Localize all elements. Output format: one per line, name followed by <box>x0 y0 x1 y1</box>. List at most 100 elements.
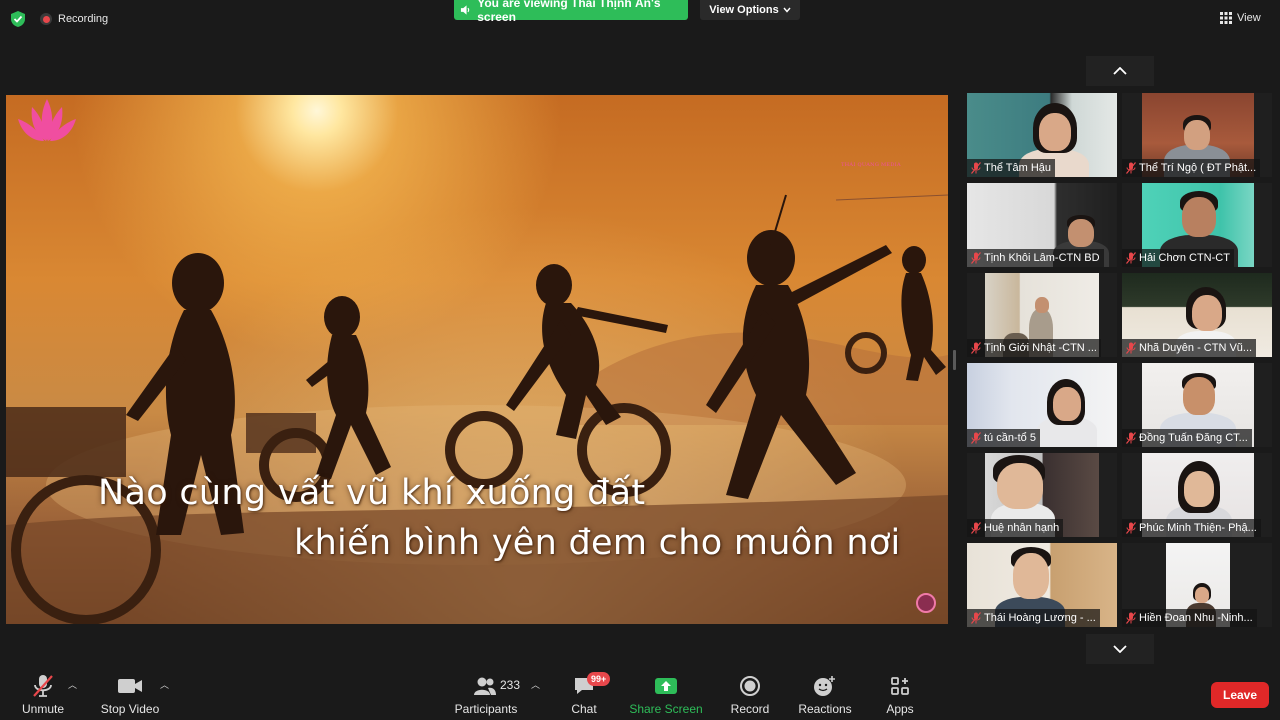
participants-count: 233 <box>500 678 521 692</box>
record-icon <box>740 676 760 696</box>
recording-dot-icon <box>40 13 52 25</box>
participant-name: Nhã Duyên - CTN Vũ... <box>1139 342 1253 354</box>
participant-namebar: Thể Trí Ngộ ( ĐT Phật... <box>1122 159 1261 177</box>
recording-label: Recording <box>58 13 109 25</box>
recording-indicator[interactable]: Recording <box>40 11 108 27</box>
record-button[interactable]: Record <box>726 674 774 718</box>
chat-label: Chat <box>571 702 597 716</box>
stop-video-button[interactable]: Stop Video <box>100 674 160 718</box>
muted-microphone-icon <box>33 675 53 697</box>
share-screen-icon <box>655 678 677 694</box>
participant-name: Tịnh Khôi Lâm-CTN BD <box>984 252 1100 264</box>
participant-tile[interactable]: tú cần-tổ 5 <box>967 363 1117 447</box>
participant-namebar: Tịnh Khôi Lâm-CTN BD <box>967 249 1104 267</box>
gallery-prev-page-button[interactable] <box>1086 56 1154 86</box>
participant-name: Tịnh Giới Nhật -CTN ... <box>984 342 1097 354</box>
participants-options-caret-icon[interactable]: ︿ <box>531 678 540 691</box>
grid-icon <box>1220 12 1232 24</box>
view-options-label: View Options <box>709 4 779 16</box>
smiley-add-icon <box>814 676 835 696</box>
participant-namebar: Hải Chơn CTN-CT <box>1122 249 1234 267</box>
participant-tile[interactable]: Tịnh Giới Nhật -CTN ... <box>967 273 1117 357</box>
chevron-up-icon <box>1113 67 1127 75</box>
muted-mic-icon <box>1126 342 1136 354</box>
viewing-screen-banner: You are viewing Thái Thịnh Ân's screen <box>454 0 688 24</box>
apps-label: Apps <box>886 702 914 716</box>
participant-name: Hải Chơn CTN-CT <box>1139 252 1230 264</box>
channel-badge-icon <box>916 593 936 613</box>
encryption-shield-icon[interactable] <box>10 10 26 28</box>
shared-screen[interactable]: THÁI QUANG MEDIA Nào cùng vất vũ khí xuố… <box>6 95 948 624</box>
muted-mic-icon <box>1126 252 1136 264</box>
lyric-line-2: khiến bình yên đem cho muôn nơi <box>294 523 901 563</box>
video-options-caret-icon[interactable]: ︿ <box>160 678 169 691</box>
participant-namebar: Huệ nhẫn hạnh <box>967 519 1064 537</box>
logo-text: THÁI QUANG MEDIA <box>841 162 901 168</box>
view-label: View <box>1237 12 1261 24</box>
viewing-banner-text: You are viewing Thái Thịnh Ân's screen <box>477 0 661 24</box>
muted-mic-icon <box>971 612 981 624</box>
participant-namebar: Nhã Duyên - CTN Vũ... <box>1122 339 1257 357</box>
participant-name: Đồng Tuấn Đăng CT... <box>1139 432 1248 444</box>
muted-mic-icon <box>1126 162 1136 174</box>
leave-button[interactable]: Leave <box>1211 682 1269 708</box>
muted-mic-icon <box>971 162 981 174</box>
meeting-toolbar: Unmute ︿ Stop Video ︿ Participants ︿ Cha… <box>0 664 1280 720</box>
participant-tile[interactable]: Huệ nhẫn hạnh <box>967 453 1117 537</box>
participant-name: Hiền Đoan Nhu -Ninh... <box>1139 612 1253 624</box>
participant-tile[interactable]: Phúc Minh Thiện- Phậ... <box>1122 453 1272 537</box>
stop-video-label: Stop Video <box>100 702 160 716</box>
apps-icon <box>891 677 909 695</box>
participant-namebar: tú cần-tổ 5 <box>967 429 1040 447</box>
participant-name: Phúc Minh Thiện- Phậ... <box>1139 522 1257 534</box>
participant-tile[interactable]: Thái Hoàng Lương - ... <box>967 543 1117 627</box>
video-camera-icon <box>118 679 142 693</box>
chevron-down-icon <box>1113 645 1127 653</box>
audio-options-caret-icon[interactable]: ︿ <box>68 678 77 691</box>
muted-mic-icon <box>1126 432 1136 444</box>
lotus-logo-icon <box>18 99 76 141</box>
participant-namebar: Hiền Đoan Nhu -Ninh... <box>1122 609 1257 627</box>
participant-tile[interactable]: Thể Tâm Hậu <box>967 93 1117 177</box>
muted-mic-icon <box>971 252 981 264</box>
reactions-label: Reactions <box>798 702 852 716</box>
share-screen-label: Share Screen <box>629 702 703 716</box>
participants-icon <box>474 677 496 695</box>
participant-namebar: Tịnh Giới Nhật -CTN ... <box>967 339 1101 357</box>
panel-resize-handle[interactable] <box>953 350 956 370</box>
unmute-button[interactable]: Unmute <box>20 674 66 718</box>
lyric-line-1: Nào cùng vất vũ khí xuống đất <box>98 473 646 513</box>
participant-namebar: Thể Tâm Hậu <box>967 159 1056 177</box>
apps-button[interactable]: Apps <box>880 674 920 718</box>
participant-tile[interactable]: Thể Trí Ngộ ( ĐT Phật... <box>1122 93 1272 177</box>
participant-tile[interactable]: Nhã Duyên - CTN Vũ... <box>1122 273 1272 357</box>
participant-namebar: Thái Hoàng Lương - ... <box>967 609 1100 627</box>
participant-tile[interactable]: Hải Chơn CTN-CT <box>1122 183 1272 267</box>
muted-mic-icon <box>971 342 981 354</box>
participant-name: Thể Tâm Hậu <box>984 162 1052 174</box>
chevron-down-icon <box>783 7 791 13</box>
participant-namebar: Đồng Tuấn Đăng CT... <box>1122 429 1252 447</box>
gallery-next-page-button[interactable] <box>1086 634 1154 664</box>
muted-mic-icon <box>1126 612 1136 624</box>
view-options-button[interactable]: View Options <box>700 0 800 20</box>
participant-tile[interactable]: Hiền Đoan Nhu -Ninh... <box>1122 543 1272 627</box>
zoom-meeting-window: Recording You are viewing Thái Thịnh Ân'… <box>0 0 1280 720</box>
participant-name: tú cần-tổ 5 <box>984 432 1036 444</box>
speaker-icon <box>460 5 470 15</box>
view-button[interactable]: View <box>1220 9 1261 27</box>
muted-mic-icon <box>971 432 981 444</box>
participant-name: Thái Hoàng Lương - ... <box>984 612 1096 624</box>
chat-unread-badge: 99+ <box>587 672 611 686</box>
muted-mic-icon <box>971 522 981 534</box>
participant-name: Huệ nhẫn hạnh <box>984 522 1060 534</box>
record-label: Record <box>730 702 770 716</box>
participant-namebar: Phúc Minh Thiện- Phậ... <box>1122 519 1261 537</box>
participant-tile[interactable]: Tịnh Khôi Lâm-CTN BD <box>967 183 1117 267</box>
muted-mic-icon <box>1126 522 1136 534</box>
participant-name: Thể Trí Ngộ ( ĐT Phật... <box>1139 162 1257 174</box>
share-screen-button[interactable]: Share Screen <box>629 674 703 718</box>
reactions-button[interactable]: Reactions <box>796 674 854 718</box>
participant-tile[interactable]: Đồng Tuấn Đăng CT... <box>1122 363 1272 447</box>
unmute-label: Unmute <box>21 702 65 716</box>
